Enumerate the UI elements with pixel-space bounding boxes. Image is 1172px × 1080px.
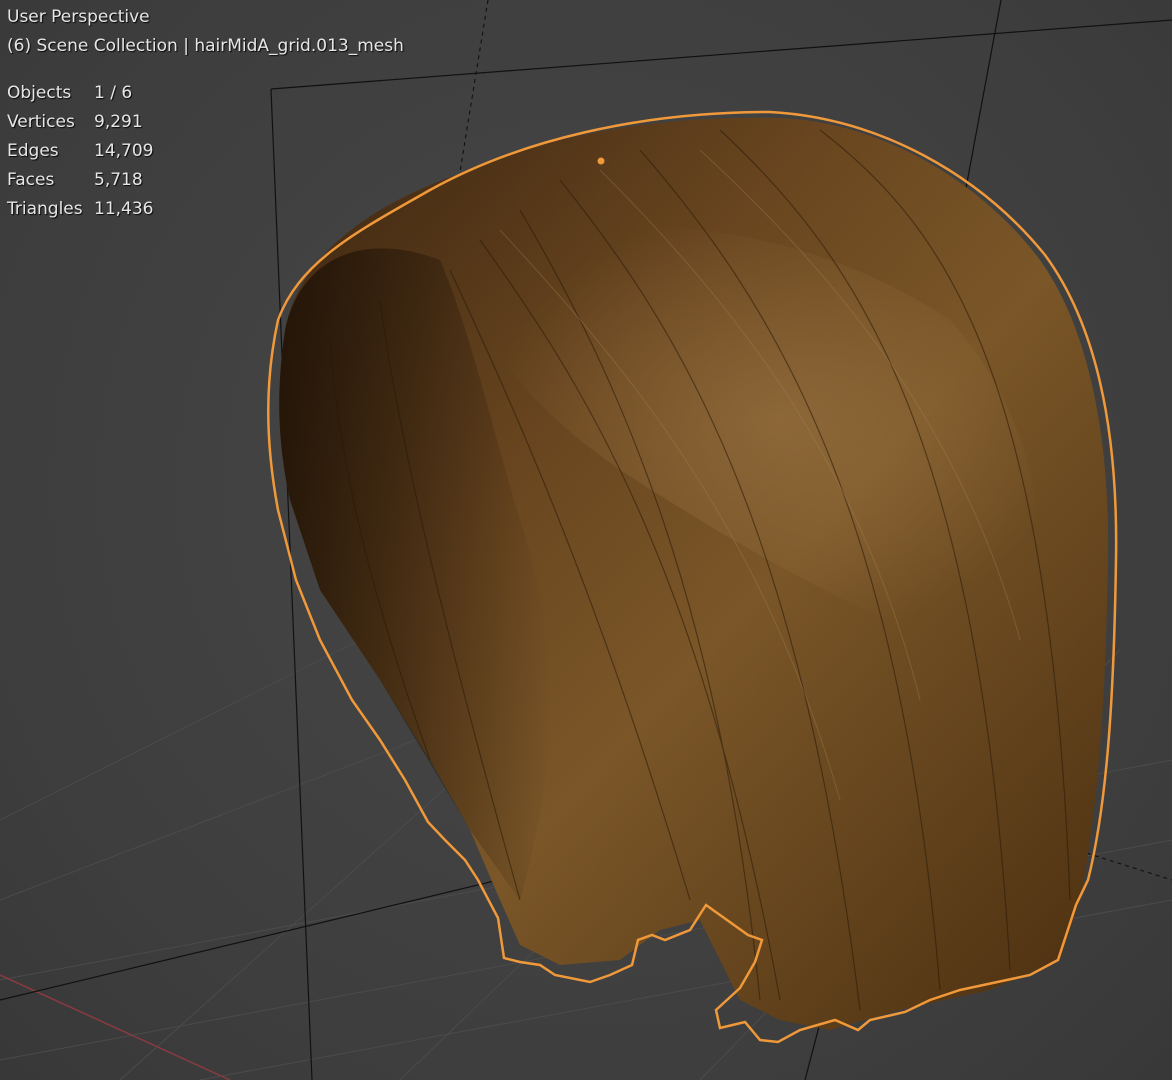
stat-label: Edges (7, 141, 59, 161)
origin-point (597, 157, 605, 165)
stat-value: 5,718 (94, 170, 143, 190)
collection-object-label: (6) Scene Collection | hairMidA_grid.013… (7, 36, 404, 56)
view-mode-title: User Perspective (7, 7, 150, 27)
stat-label: Objects (7, 83, 72, 103)
stat-label: Triangles (7, 199, 83, 219)
hair-mesh-object[interactable] (279, 117, 1109, 1030)
stat-label: Vertices (7, 112, 75, 132)
stat-value: 14,709 (94, 141, 154, 161)
stat-label: Faces (7, 170, 55, 190)
scene-canvas[interactable] (0, 0, 1172, 1080)
stat-value: 11,436 (94, 199, 154, 219)
x-axis-line (0, 974, 231, 1080)
stat-value: 9,291 (94, 112, 143, 132)
3d-viewport[interactable]: User Perspective (6) Scene Collection | … (0, 0, 1172, 1080)
stat-value: 1 / 6 (94, 83, 133, 103)
